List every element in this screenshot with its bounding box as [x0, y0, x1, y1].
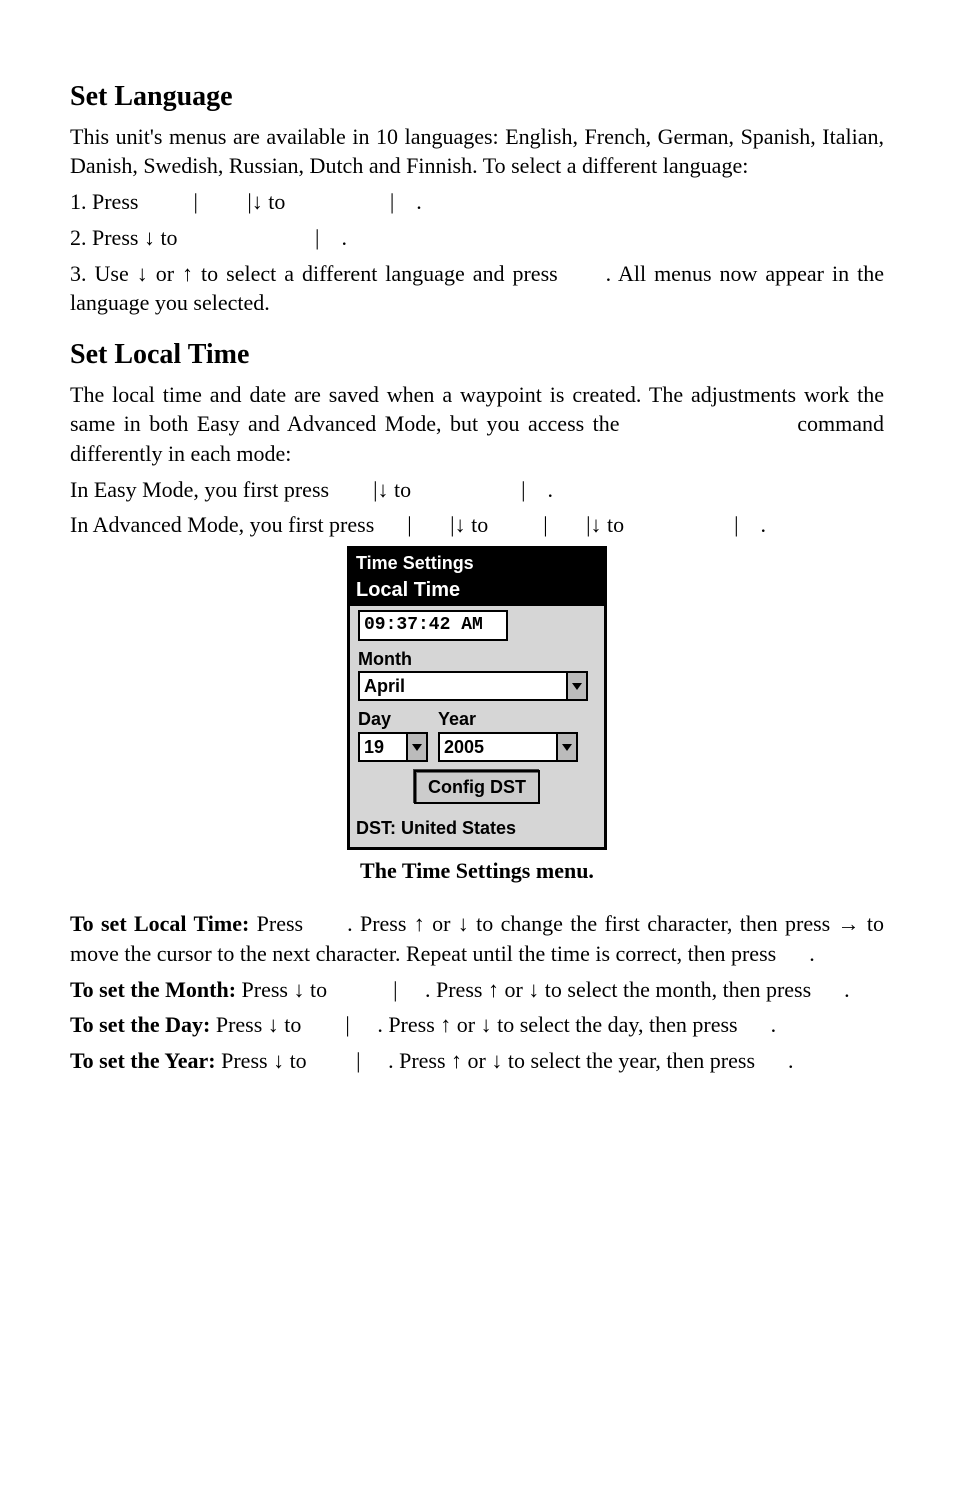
heading-set-language: Set Language — [70, 78, 884, 116]
lang-step-2: 2. Press ↓ to | . — [70, 223, 884, 253]
device-section: Local Time — [350, 577, 604, 606]
heading-set-local-time: Set Local Time — [70, 336, 884, 374]
dst-status: DST: United States — [350, 812, 604, 846]
set-day-bold: To set the Day: — [70, 1012, 210, 1037]
set-month-bold: To set the Month: — [70, 977, 236, 1002]
year-select[interactable]: 2005 — [438, 732, 578, 762]
year-label: Year — [438, 707, 578, 731]
easy-mode-line: In Easy Mode, you first press |↓ to | . — [70, 475, 884, 505]
day-select[interactable]: 19 — [358, 732, 428, 762]
dropdown-arrow-icon[interactable] — [566, 673, 586, 699]
time-settings-screenshot: Time Settings Local Time 09:37:42 AM Mon… — [347, 546, 607, 849]
month-label: Month — [358, 647, 596, 671]
config-dst-button[interactable]: Config DST — [414, 770, 540, 804]
set-day-para: To set the Day: Press ↓ to | . Press ↑ o… — [70, 1010, 884, 1040]
dropdown-arrow-icon[interactable] — [406, 734, 426, 760]
set-month-para: To set the Month: Press ↓ to | . Press ↑… — [70, 975, 884, 1005]
set-local-time-para: To set Local Time: Press . Press ↑ or ↓ … — [70, 909, 884, 968]
set-year-para: To set the Year: Press ↓ to | . Press ↑ … — [70, 1046, 884, 1076]
lang-intro: This unit's menus are available in 10 la… — [70, 122, 884, 181]
lang-step-3: 3. Use ↓ or ↑ to select a different lang… — [70, 259, 884, 318]
set-day-text: Press ↓ to | . Press ↑ or ↓ to select th… — [210, 1012, 776, 1037]
set-year-text: Press ↓ to | . Press ↑ or ↓ to select th… — [216, 1048, 794, 1073]
time-intro: The local time and date are saved when a… — [70, 380, 884, 469]
set-local-time-bold: To set Local Time: — [70, 911, 249, 936]
dropdown-arrow-icon[interactable] — [556, 734, 576, 760]
local-time-field[interactable]: 09:37:42 AM — [358, 610, 508, 640]
set-month-text: Press ↓ to | . Press ↑ or ↓ to select th… — [236, 977, 850, 1002]
year-value: 2005 — [440, 734, 556, 760]
device-title: Time Settings — [350, 549, 604, 577]
set-year-bold: To set the Year: — [70, 1048, 216, 1073]
advanced-mode-line: In Advanced Mode, you first press | |↓ t… — [70, 510, 884, 540]
month-select[interactable]: April — [358, 671, 588, 701]
figure-caption: The Time Settings menu. — [70, 856, 884, 886]
month-value: April — [360, 673, 566, 699]
lang-step-1: 1. Press | |↓ to | . — [70, 187, 884, 217]
day-value: 19 — [360, 734, 406, 760]
day-label: Day — [358, 707, 428, 731]
